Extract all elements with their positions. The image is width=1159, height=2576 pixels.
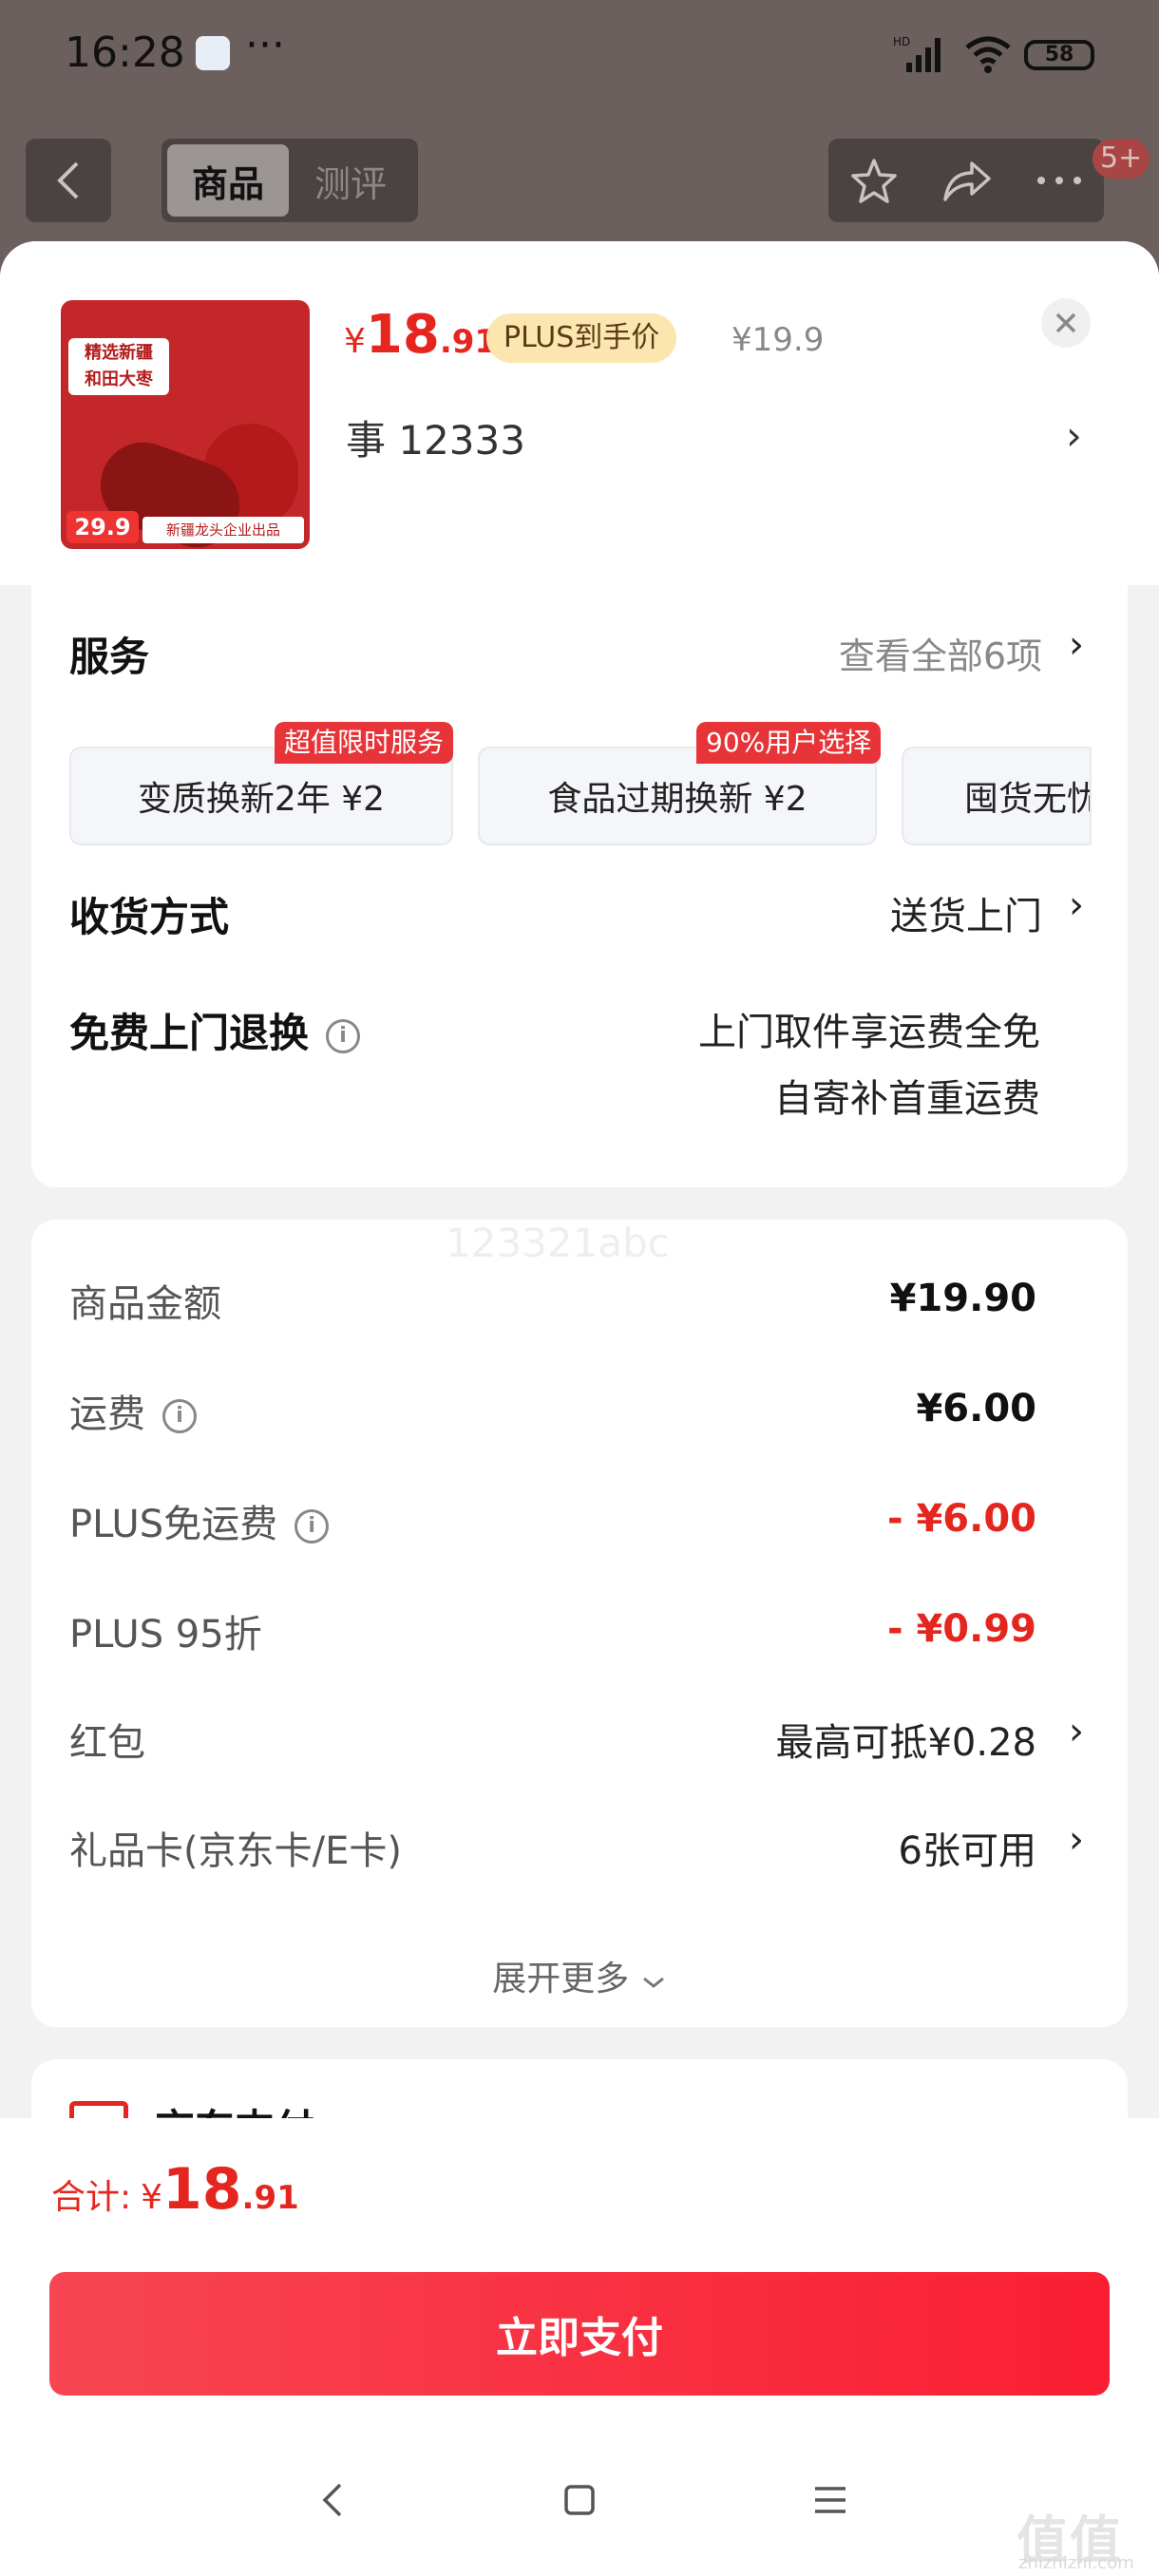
pay-now-button[interactable]: 立即支付 bbox=[49, 2272, 1110, 2396]
status-bar: 16:28 ··· HD 58 bbox=[0, 0, 1159, 114]
plus-price-tag: PLUS到手价 bbox=[486, 313, 677, 363]
back-button[interactable] bbox=[26, 139, 111, 222]
system-menu-icon bbox=[815, 2487, 846, 2513]
message-count-badge: 5+ bbox=[1092, 139, 1150, 179]
total-integer: 18 bbox=[162, 2156, 242, 2223]
system-back-icon bbox=[322, 2483, 342, 2517]
shipping-label: 运费 i bbox=[69, 1383, 197, 1438]
service-badge: 超值限时服务 bbox=[275, 722, 454, 764]
share-icon[interactable] bbox=[941, 158, 993, 203]
chevron-down-icon bbox=[642, 1977, 664, 1988]
watermark-text: 123321abc bbox=[446, 1220, 670, 1266]
total-currency: ¥ bbox=[141, 2178, 163, 2217]
price-integer: 18 bbox=[365, 304, 440, 366]
original-price: ¥19.9 bbox=[732, 321, 825, 359]
status-time: 16:28 bbox=[65, 28, 185, 77]
total-label: 合计: bbox=[51, 2178, 132, 2217]
status-more-dots: ··· bbox=[245, 21, 285, 69]
chevron-right-icon[interactable]: › bbox=[1069, 1710, 1084, 1753]
service-card: 服务 查看全部6项 › 变质换新2年 ¥2 超值限时服务 食品过期换新 ¥2 9… bbox=[31, 585, 1128, 1187]
delivery-value[interactable]: 送货上门 bbox=[890, 885, 1042, 940]
info-icon[interactable]: i bbox=[294, 1509, 330, 1544]
service-option[interactable]: 囤货无忧 bbox=[902, 747, 1092, 845]
chevron-right-icon[interactable]: › bbox=[1069, 1818, 1084, 1862]
gift-card-value[interactable]: 6张可用 bbox=[899, 1820, 1036, 1875]
free-return-label: 免费上门退换 i bbox=[69, 1001, 361, 1059]
goods-amount-label: 商品金额 bbox=[69, 1282, 221, 1326]
chevron-right-icon[interactable]: › bbox=[1066, 412, 1082, 459]
top-tabs: 商品 测评 bbox=[162, 139, 418, 222]
plus-free-shipping-text: PLUS免运费 bbox=[69, 1503, 278, 1546]
plus95-discount: - ¥0.99 bbox=[886, 1607, 1036, 1651]
info-icon[interactable]: i bbox=[162, 1399, 197, 1433]
info-icon[interactable]: i bbox=[326, 1018, 361, 1053]
network-type-label: HD bbox=[893, 35, 910, 48]
system-home-button[interactable] bbox=[551, 2472, 608, 2529]
favorite-star-icon[interactable] bbox=[849, 157, 899, 204]
red-packet-value[interactable]: 最高可抵¥0.28 bbox=[775, 1712, 1036, 1767]
battery-icon: 58 bbox=[1024, 40, 1094, 70]
expand-more-label: 展开更多 bbox=[492, 1960, 630, 1998]
chevron-right-icon[interactable]: › bbox=[1069, 623, 1084, 667]
total-decimal: .91 bbox=[241, 2179, 299, 2217]
system-home-icon bbox=[564, 2485, 595, 2515]
view-all-services[interactable]: 查看全部6项 bbox=[839, 627, 1042, 679]
product-thumbnail: 精选新疆 和田大枣 29.9 新疆龙头企业出品 bbox=[61, 300, 310, 549]
chevron-left-icon bbox=[57, 161, 79, 199]
thumbnail-title: 精选新疆 和田大枣 bbox=[68, 338, 169, 395]
services-title: 服务 bbox=[69, 634, 150, 680]
more-icon[interactable] bbox=[1036, 175, 1083, 186]
shipping-text: 运费 bbox=[69, 1392, 145, 1436]
thumbnail-price: 29.9 bbox=[66, 511, 139, 543]
gift-card-label: 礼品卡(京东卡/E卡) bbox=[69, 1829, 402, 1873]
tab-goods[interactable]: 商品 bbox=[167, 144, 289, 217]
system-menu-button[interactable] bbox=[802, 2472, 859, 2529]
free-return-text: 免费上门退换 bbox=[69, 1010, 310, 1056]
signal-icon: HD bbox=[893, 35, 940, 72]
expand-more-button[interactable]: 展开更多 bbox=[31, 1951, 1128, 2000]
close-icon bbox=[1055, 313, 1076, 333]
service-badge: 90%用户选择 bbox=[696, 722, 882, 764]
free-return-line1: 上门取件享运费全免 bbox=[698, 1011, 1040, 1054]
close-button[interactable] bbox=[1041, 298, 1091, 348]
sku-selector[interactable]: 事 12333 bbox=[346, 408, 525, 466]
delivery-label: 收货方式 bbox=[69, 894, 230, 940]
system-back-button[interactable] bbox=[304, 2472, 361, 2529]
product-summary: 精选新疆 和田大枣 29.9 新疆龙头企业出品 ¥ 18 .91 PLUS到手价… bbox=[0, 241, 1159, 585]
order-total: 合计: ¥ 18 .91 bbox=[51, 2156, 299, 2223]
red-packet-label: 红包 bbox=[69, 1721, 145, 1765]
fee-breakdown-card: 123321abc 商品金额 ¥19.90 运费 i ¥6.00 PLUS免运费 i… bbox=[31, 1220, 1128, 2027]
plus95-label: PLUS 95折 bbox=[69, 1613, 262, 1657]
thumbnail-band: 新疆龙头企业出品 bbox=[142, 517, 304, 543]
tab-review[interactable]: 测评 bbox=[289, 144, 412, 217]
wifi-icon bbox=[965, 36, 1011, 73]
site-watermark-url: zhizhizhi.com bbox=[1018, 2553, 1134, 2573]
top-actions bbox=[828, 139, 1104, 222]
plus-free-shipping-discount: - ¥6.00 bbox=[886, 1497, 1036, 1541]
shipping-fee: ¥6.00 bbox=[916, 1387, 1036, 1430]
price-currency: ¥ bbox=[344, 322, 366, 361]
product-price: ¥ 18 .91 bbox=[344, 304, 497, 366]
chevron-right-icon[interactable]: › bbox=[1069, 883, 1084, 927]
checkout-bar: 合计: ¥ 18 .91 立即支付 值值值 zhizhizhi.com bbox=[0, 2118, 1159, 2576]
notification-app-icon bbox=[196, 36, 230, 70]
goods-amount: ¥19.90 bbox=[889, 1277, 1036, 1320]
free-return-line2: 自寄补首重运费 bbox=[774, 1077, 1040, 1121]
plus-free-shipping-label: PLUS免运费 i bbox=[69, 1493, 330, 1548]
